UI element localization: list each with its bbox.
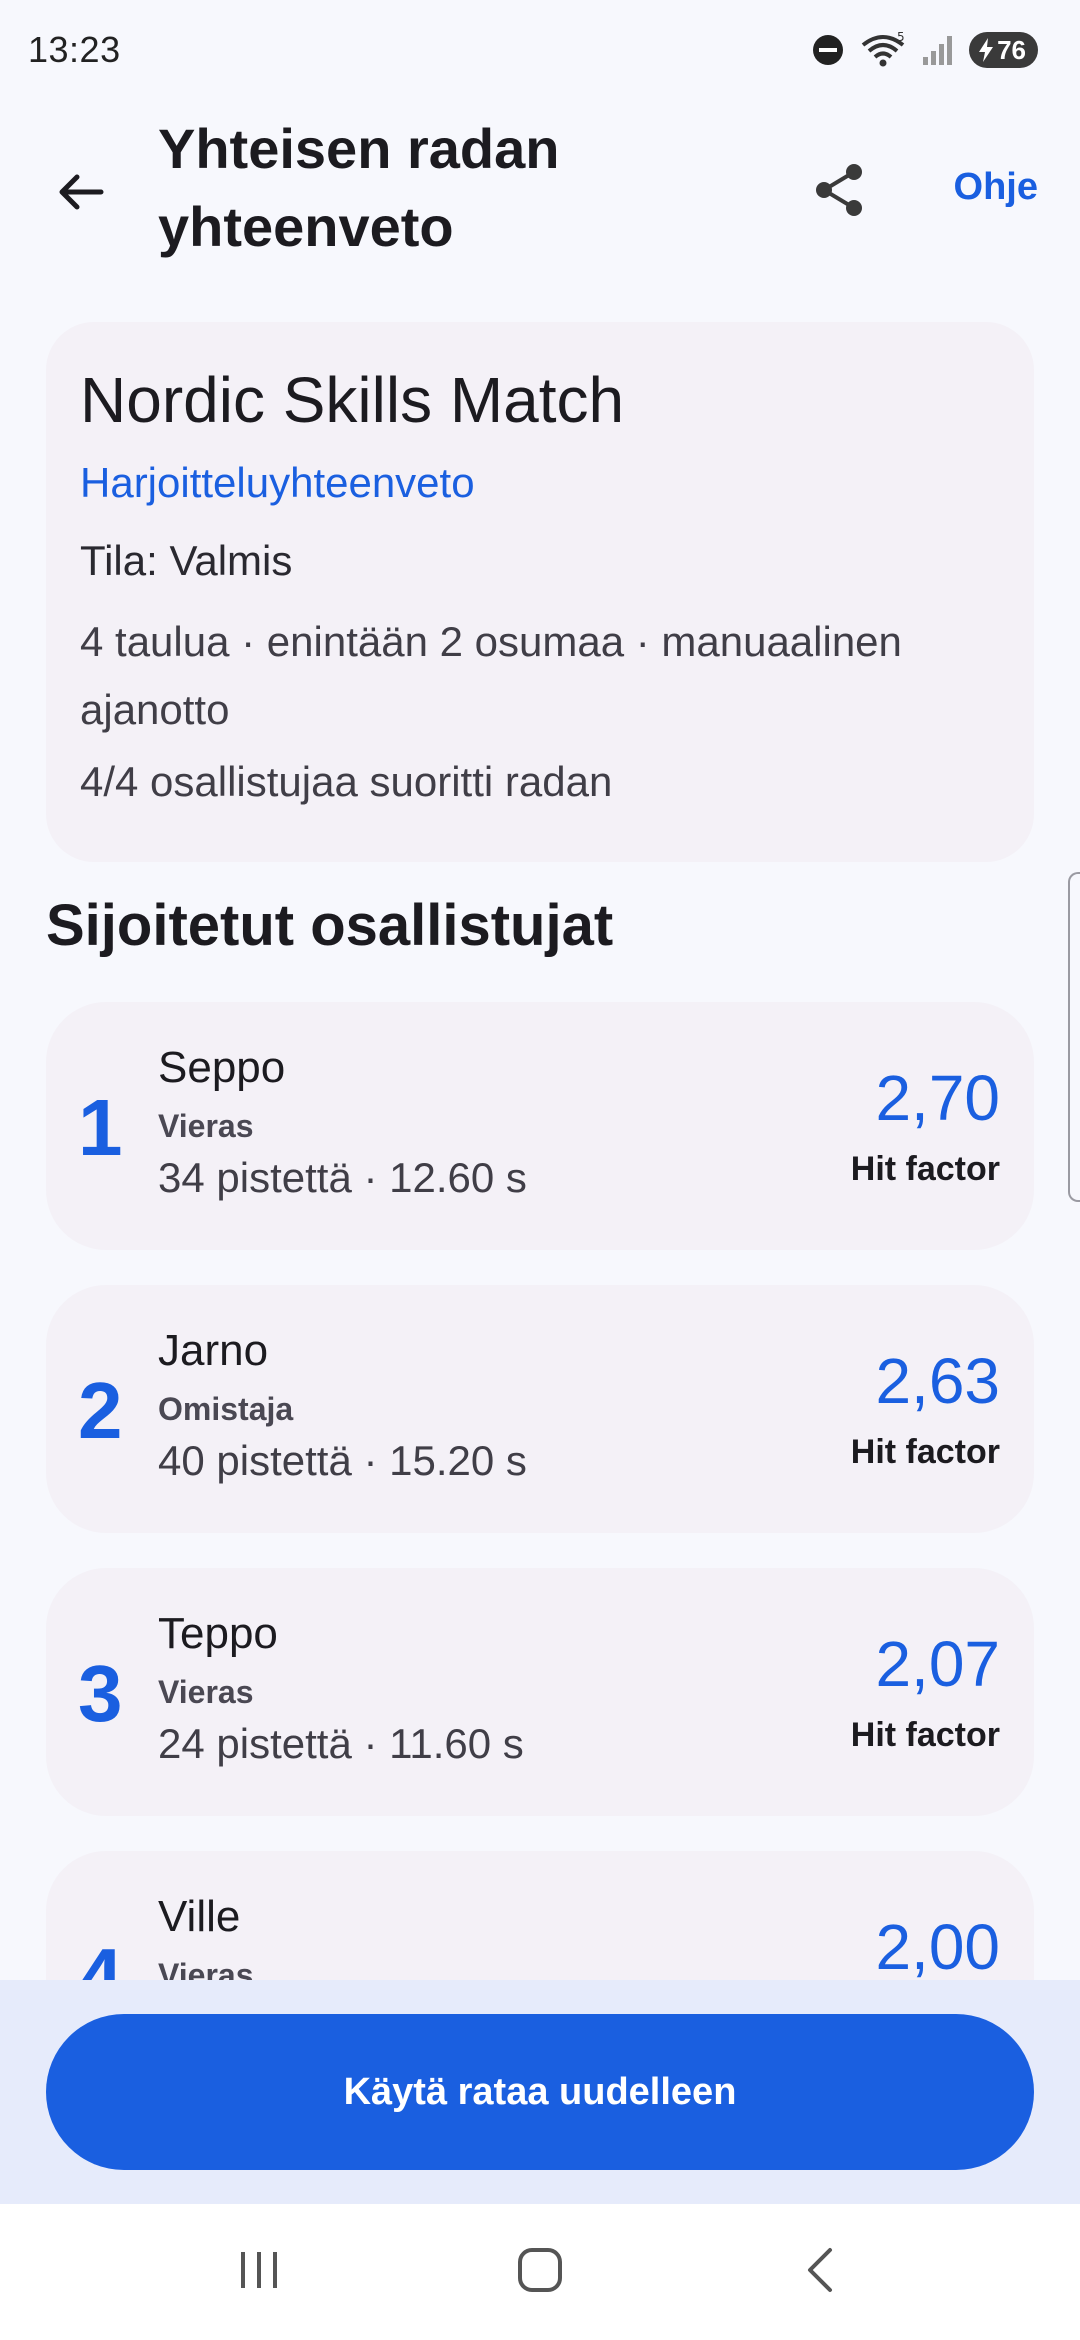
reuse-course-button[interactable]: Käytä rataa uudelleen [46,2014,1034,2170]
do-not-disturb-icon [811,33,845,67]
hit-factor-label: Hit factor [850,1150,1000,1188]
hit-factor-label: Hit factor [850,1433,1000,1471]
participant-role: Vieras [158,1674,254,1710]
participant-name: Ville [158,1892,241,1941]
participant-score: 40 pistettä · 15.20 s [158,1437,527,1484]
participant-score: 24 pistettä · 11.60 s [158,1720,524,1767]
status-icons: 5 76 [811,31,1038,69]
summary-type-link[interactable]: Harjoitteluyhteenveto [80,458,1000,508]
recent-apps-button[interactable] [200,2222,320,2322]
participant-role: Omistaja [158,1391,294,1427]
participant-score: 34 pistettä · 12.60 s [158,1154,527,1201]
ranking-card[interactable]: 1 Seppo Vieras 34 pistettä · 12.60 s 2,7… [46,1002,1034,1250]
app-bar: Yhteisen radan yhteenveto Ohje [0,100,1080,280]
rank-position: 1 [78,1083,123,1172]
status-bar: 13:23 5 76 [0,0,1080,100]
status-time: 13:23 [28,29,121,70]
rank-position: 2 [78,1366,123,1455]
help-link[interactable]: Ohje [954,166,1038,209]
share-icon [812,160,868,225]
rank-position: 3 [78,1649,123,1738]
recent-apps-icon [235,2248,285,2297]
match-title: Nordic Skills Match [80,364,625,436]
hit-factor-label: Hit factor [850,1716,1000,1754]
participant-name: Teppo [158,1609,278,1658]
svg-text:5: 5 [897,31,905,44]
hit-factor-value: 2,00 [875,1911,1000,1983]
summary-card: Nordic Skills Match Harjoitteluyhteenvet… [46,322,1034,862]
ranking-card[interactable]: 3 Teppo Vieras 24 pistettä · 11.60 s 2,0… [46,1568,1034,1816]
course-description: 4 taulua · enintään 2 osumaa · manuaalin… [80,618,902,733]
section-heading: Sijoitetut osallistujat [46,893,614,958]
bottom-action-bar: Käytä rataa uudelleen [0,1980,1080,2204]
participants-count: 4/4 osallistujaa suoritti radan [80,758,613,805]
hit-factor-value: 2,70 [875,1062,1000,1134]
page-title: Yhteisen radan yhteenveto [158,117,560,258]
ranking-list: 1 Seppo Vieras 34 pistettä · 12.60 s 2,7… [46,1002,1034,2134]
back-button[interactable] [44,158,116,230]
scrollbar[interactable] [1068,872,1080,1202]
system-nav-bar [0,2204,1080,2340]
status-text: Tila: Valmis [80,537,293,584]
participant-name: Jarno [158,1326,269,1375]
ranking-card[interactable]: 2 Jarno Omistaja 40 pistettä · 15.20 s 2… [46,1285,1034,1533]
back-icon [800,2245,840,2300]
participant-name: Seppo [158,1043,286,1092]
home-button[interactable] [480,2222,600,2322]
back-arrow-icon [55,167,105,222]
battery-level: 76 [997,34,1026,65]
home-icon [515,2245,565,2300]
battery-charging-icon: 76 [969,32,1038,68]
hit-factor-value: 2,63 [875,1345,1000,1417]
wifi-icon: 5 [859,31,907,69]
share-button[interactable] [800,152,880,232]
participant-role: Vieras [158,1108,254,1144]
signal-icon [921,33,955,67]
hit-factor-value: 2,07 [875,1628,1000,1700]
nav-back-button[interactable] [760,2222,880,2322]
